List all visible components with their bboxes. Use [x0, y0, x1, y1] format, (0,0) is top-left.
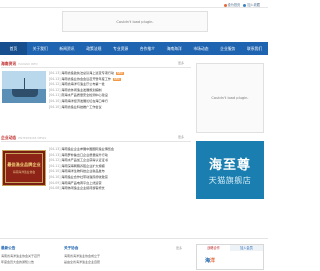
nav-item-policy[interactable]: 政策法规	[80, 42, 107, 55]
nav-item-about[interactable]: 关于我们	[27, 42, 54, 55]
tab-join[interactable]: 加入会员	[230, 245, 263, 251]
section-divider	[1, 66, 191, 67]
nav-item-contact[interactable]: 联系我们	[241, 42, 268, 55]
enterprise-list: [04-13] 海南渔业企业参展中国国际渔业博览会 [04-13] 海南罗非鱼出口企…	[49, 147, 189, 192]
nav-item-home[interactable]: 首页	[0, 42, 27, 55]
home-icon	[223, 3, 227, 7]
brand-banner[interactable]: 海至尊 天猫旗舰店	[196, 141, 264, 199]
footer-tabs-box: 战略合作 加入会员 海洋	[196, 244, 264, 270]
tab-partners[interactable]: 战略合作	[197, 245, 230, 251]
nav-item-cooperation[interactable]: 合作推介	[134, 42, 161, 55]
about-more-link[interactable]: 更多	[176, 246, 182, 250]
new-badge: NEW	[112, 77, 121, 81]
partner-logo[interactable]: 海洋	[201, 255, 219, 265]
add-favorite-link[interactable]: 加入收藏	[243, 2, 260, 7]
main-nav: 首页 关于我们 新闻资讯 政策法规 专业资源 合作推介 海南海洋 市场动态 企业…	[0, 42, 268, 55]
list-item[interactable]: [04-08] 海南休闲渔业企业接待游客增长	[49, 186, 189, 192]
star-icon	[243, 3, 247, 7]
nav-item-market[interactable]: 市场动态	[188, 42, 215, 55]
news-list: [04-13] 海南省渔政执法总队海上巡查专项行动 NEW [04-13] 海南省渔业…	[49, 71, 189, 110]
footer-col-about: 关于协会 更多 海南省海洋渔业协会成立于 是由全省海洋渔业企业自愿	[64, 246, 183, 264]
section-more-link[interactable]: 更多	[178, 135, 184, 139]
news-thumbnail-image[interactable]	[2, 71, 46, 103]
section-more-link[interactable]: 更多	[178, 61, 184, 65]
nav-item-news[interactable]: 新闻资讯	[54, 42, 81, 55]
top-links: 设为首页 加入收藏	[223, 2, 260, 7]
nav-item-resources[interactable]: 专业资源	[107, 42, 134, 55]
nav-item-ocean[interactable]: 海南海洋	[161, 42, 188, 55]
side-ad-plugin-placeholder: Couldn't load plugin.	[196, 63, 264, 133]
certificate-image[interactable]: 最佳渔业品牌企业 海南海洋渔业协会	[2, 150, 46, 186]
new-badge: NEW	[116, 72, 124, 76]
footer-divider	[0, 238, 268, 239]
set-homepage-link[interactable]: 设为首页	[223, 2, 240, 7]
list-item[interactable]: [04-10] 海南省渔业科技推广工作会议	[49, 105, 189, 111]
section-divider	[1, 140, 191, 141]
top-bar: 设为首页 加入收藏	[0, 0, 268, 8]
footer-col-notices: 最新公告 海南省海洋渔业协会关于召开 年度会员大会的通知公告	[1, 246, 41, 264]
nav-item-services[interactable]: 企业服务	[214, 42, 241, 55]
banner-plugin-placeholder: Couldn't load plugin.	[62, 11, 208, 32]
